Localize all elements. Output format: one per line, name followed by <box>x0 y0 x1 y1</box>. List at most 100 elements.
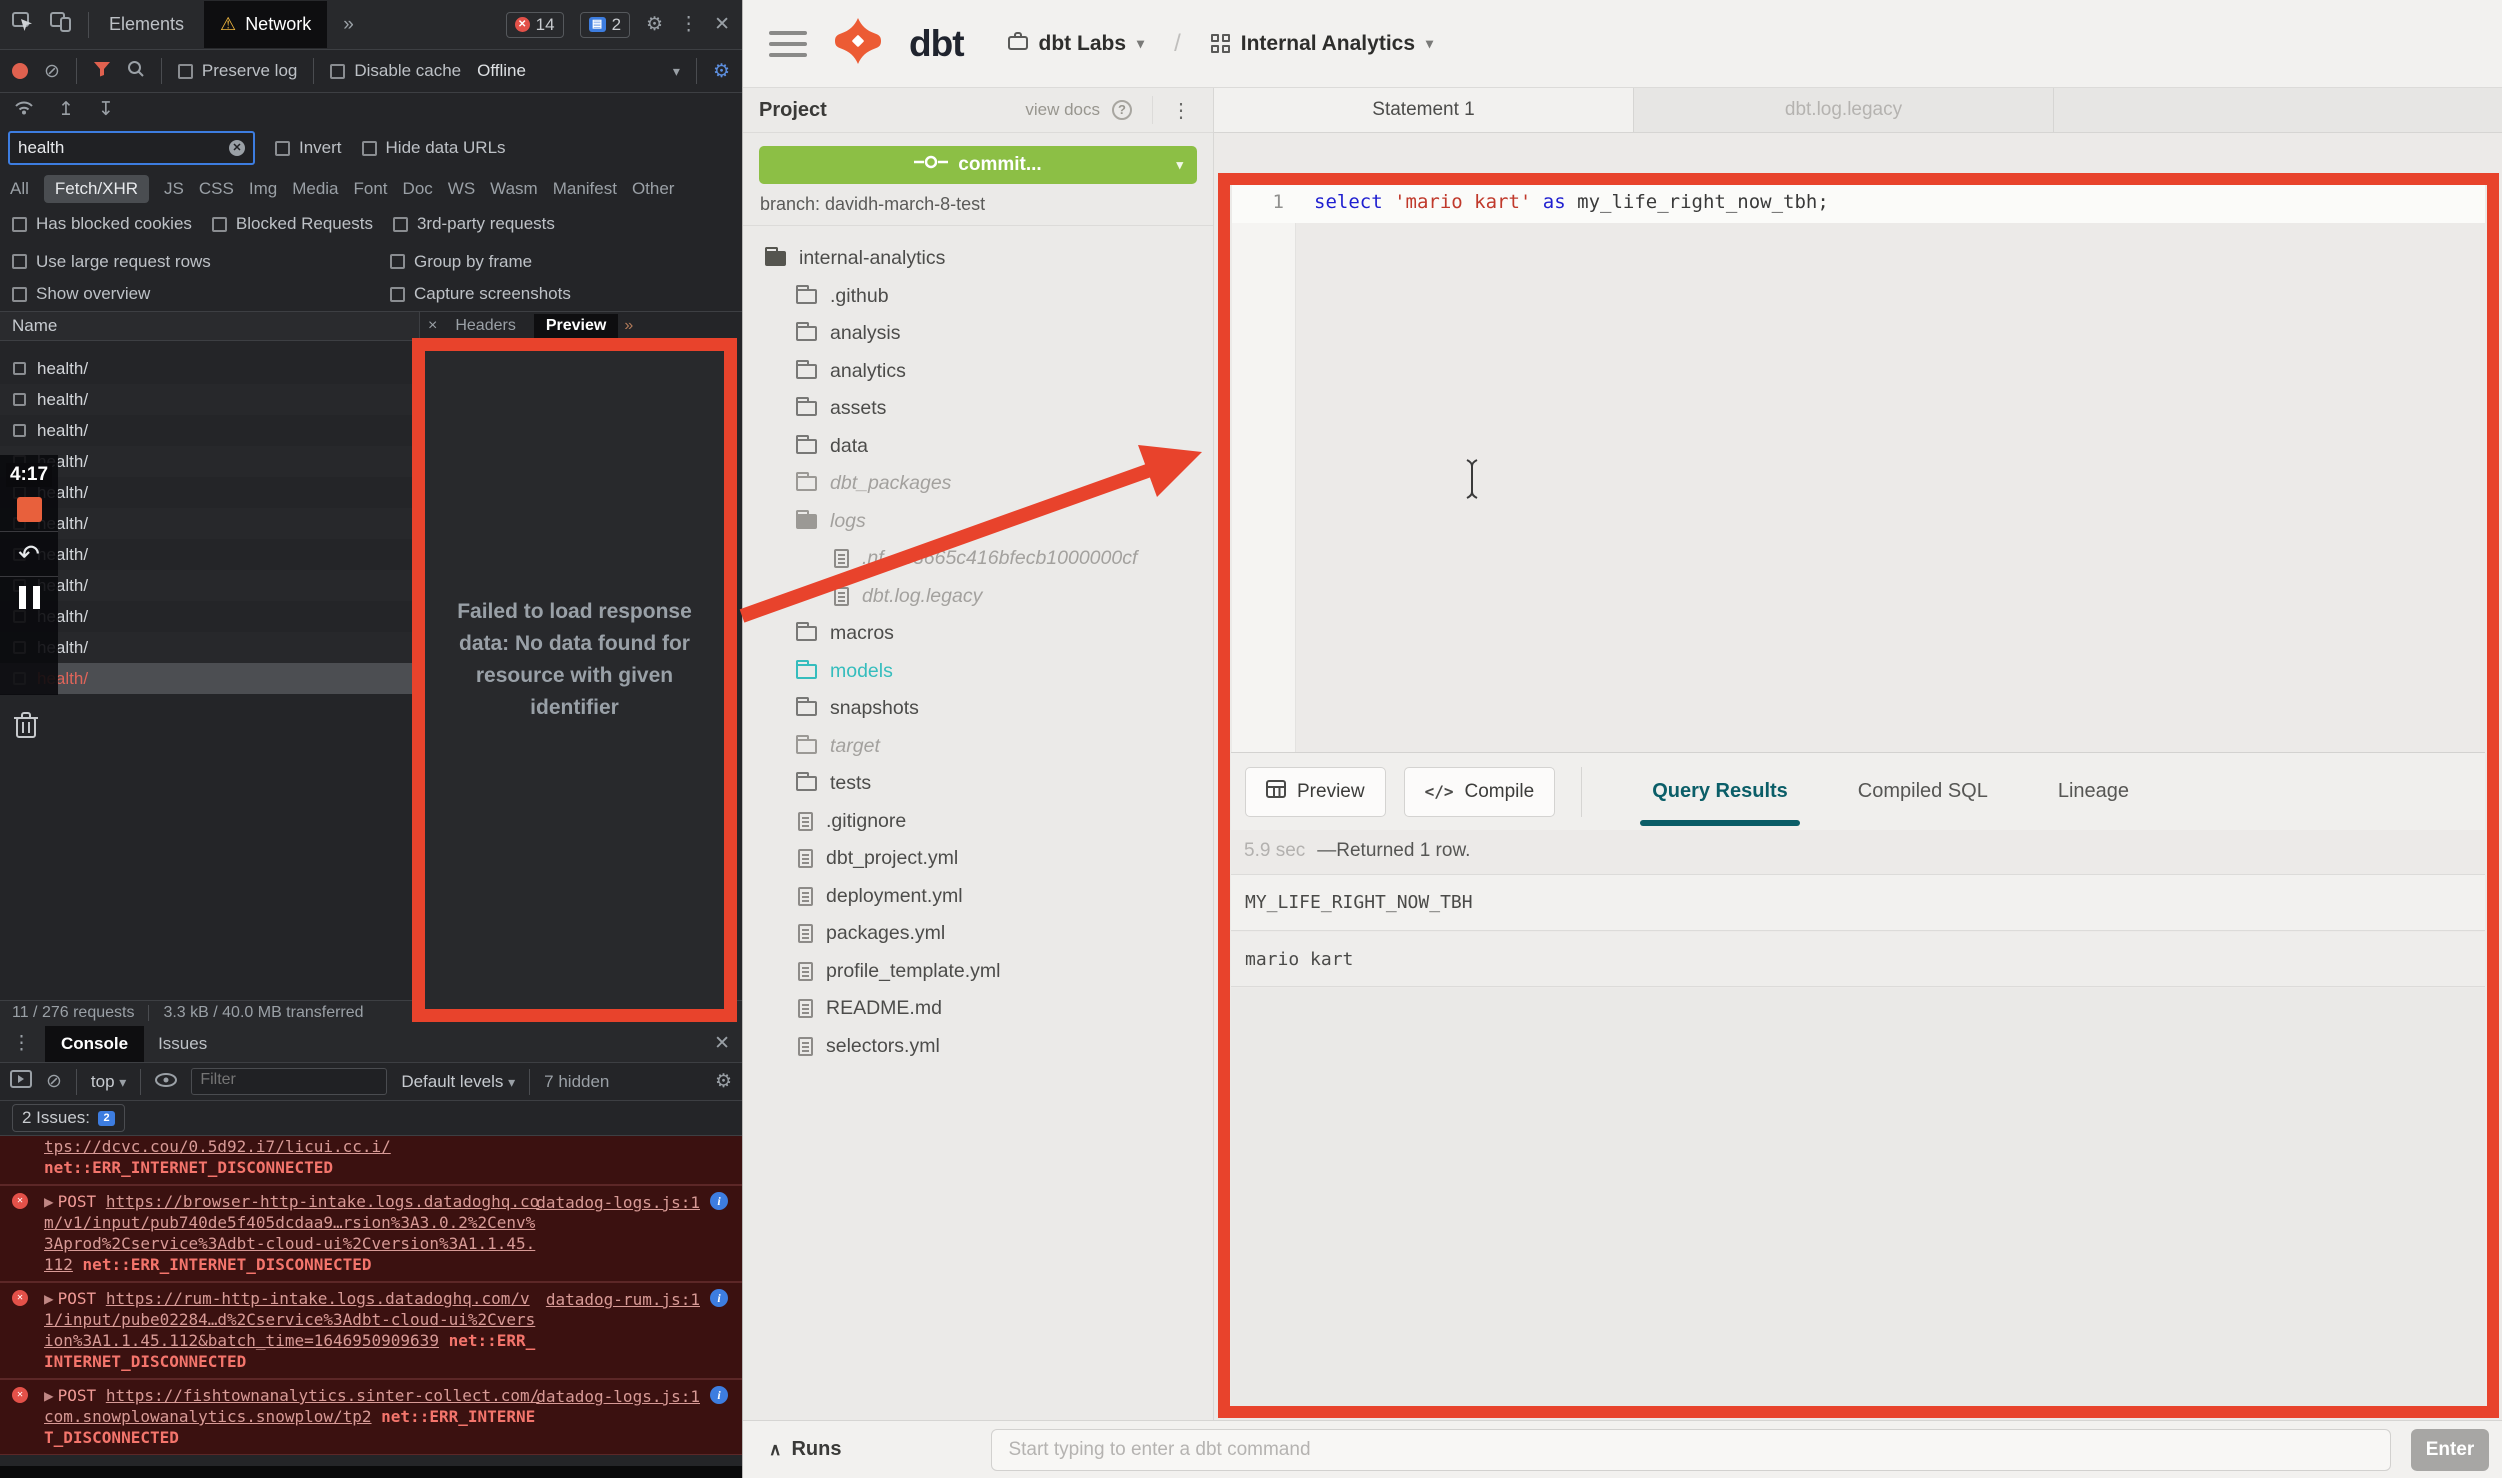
sql-code-line[interactable]: select 'mario kart' as my_life_right_now… <box>1314 191 1829 213</box>
name-column-header[interactable]: Name <box>0 312 419 341</box>
request-row-selected[interactable]: health/ <box>0 663 419 694</box>
tree-item-file[interactable]: profile_template.yml <box>743 953 1213 991</box>
preview-button[interactable]: Preview <box>1245 767 1386 817</box>
tab-elements[interactable]: Elements <box>105 10 188 39</box>
tree-item-folder[interactable]: .github <box>743 278 1213 316</box>
tree-item-folder[interactable]: assets <box>743 390 1213 428</box>
tree-item-folder[interactable]: analysis <box>743 315 1213 353</box>
network-filter-box[interactable]: ✕ <box>8 131 255 165</box>
invert-checkbox[interactable]: Invert <box>275 138 342 158</box>
error-count-badge[interactable]: ✕ 14 <box>506 12 564 38</box>
dbt-command-input[interactable] <box>991 1429 2391 1471</box>
chevron-down-icon[interactable]: ▾ <box>673 63 680 80</box>
type-filter-all[interactable]: All <box>10 179 29 199</box>
console-filter-box[interactable] <box>191 1068 387 1095</box>
info-globe-icon[interactable]: i <box>710 1192 728 1210</box>
tree-item-folder-models[interactable]: models <box>743 653 1213 691</box>
clear-console-icon[interactable]: ⊘ <box>46 1072 62 1091</box>
tab-console[interactable]: Console <box>45 1026 144 1062</box>
console-error[interactable]: tps://dcvc.cou/0.5d92.i7/licui.cc.i/ net… <box>0 1136 742 1185</box>
device-toolbar-icon[interactable] <box>50 12 72 37</box>
type-filter-fetch-xhr[interactable]: Fetch/XHR <box>44 175 149 203</box>
type-filter-wasm[interactable]: Wasm <box>490 179 538 199</box>
request-row[interactable]: health/ <box>0 632 419 663</box>
stop-recording-button[interactable] <box>17 497 42 522</box>
has-blocked-cookies-checkbox[interactable]: Has blocked cookies <box>12 214 192 234</box>
view-docs-link[interactable]: view docs <box>1025 100 1100 120</box>
inspect-element-icon[interactable] <box>12 12 34 37</box>
source-link[interactable]: datadog-logs.js:1 <box>536 1386 700 1407</box>
tree-item-folder[interactable]: tests <box>743 765 1213 803</box>
tree-item-folder[interactable]: macros <box>743 615 1213 653</box>
compile-button[interactable]: </> Compile <box>1404 767 1556 817</box>
console-settings-gear-icon[interactable]: ⚙ <box>715 1072 732 1091</box>
commit-button[interactable]: commit... ▾ <box>759 146 1197 184</box>
expand-caret-icon[interactable]: ▶ <box>44 1386 54 1405</box>
clear-icon[interactable]: ⊘ <box>44 62 60 81</box>
tree-item-folder[interactable]: data <box>743 428 1213 466</box>
close-drawer-icon[interactable]: ✕ <box>714 1034 730 1053</box>
search-icon[interactable] <box>127 60 145 83</box>
request-row[interactable]: health/ <box>0 353 419 384</box>
more-detail-tabs-icon[interactable]: » <box>624 317 633 335</box>
tree-item-folder[interactable]: dbt_packages <box>743 465 1213 503</box>
request-row[interactable]: health/ <box>0 508 419 539</box>
blocked-requests-checkbox[interactable]: Blocked Requests <box>212 214 373 234</box>
tab-headers[interactable]: Headers <box>443 314 527 338</box>
context-select[interactable]: top ▾ <box>91 1072 126 1092</box>
use-large-request-rows-checkbox[interactable]: Use large request rows <box>12 252 390 272</box>
request-row[interactable]: health/ <box>0 446 419 477</box>
request-row[interactable]: health/ <box>0 384 419 415</box>
enter-button[interactable]: Enter <box>2411 1429 2489 1471</box>
tab-dbt-log-legacy[interactable]: dbt.log.legacy <box>1634 88 2054 132</box>
help-icon[interactable]: ? <box>1112 100 1132 120</box>
record-icon[interactable] <box>12 63 28 79</box>
hide-data-urls-checkbox[interactable]: Hide data URLs <box>362 138 506 158</box>
tab-compiled-sql[interactable]: Compiled SQL <box>1856 774 1990 809</box>
more-tabs-icon[interactable]: » <box>343 15 354 34</box>
type-filter-font[interactable]: Font <box>354 179 388 199</box>
issues-chip[interactable]: 2 Issues: 2 <box>12 1104 125 1132</box>
tab-lineage[interactable]: Lineage <box>2056 774 2131 809</box>
type-filter-ws[interactable]: WS <box>448 179 475 199</box>
settings-gear-icon[interactable]: ⚙ <box>646 15 663 34</box>
results-row[interactable]: mario kart <box>1231 932 2485 987</box>
kebab-menu-icon[interactable]: ⋮ <box>12 1034 31 1053</box>
request-row[interactable]: health/ <box>0 570 419 601</box>
source-link[interactable]: datadog-logs.js:1 <box>536 1192 700 1213</box>
tab-preview[interactable]: Preview <box>534 314 618 338</box>
eye-icon[interactable] <box>155 1072 177 1092</box>
console-error[interactable]: ✕ ▶POST https://browser-http-intake.logs… <box>0 1185 742 1282</box>
tree-item-file[interactable]: dbt.log.legacy <box>743 578 1213 616</box>
tree-item-file[interactable]: selectors.yml <box>743 1028 1213 1066</box>
chevron-down-icon[interactable]: ▾ <box>1176 157 1183 173</box>
console-sidebar-icon[interactable] <box>10 1070 32 1093</box>
console-error[interactable]: ✕ ▶POST https://rum-http-intake.logs.dat… <box>0 1282 742 1379</box>
tab-issues[interactable]: Issues <box>158 1034 207 1054</box>
delete-recording-icon[interactable] <box>13 710 39 745</box>
network-settings-gear-icon[interactable]: ⚙ <box>713 62 730 81</box>
issue-count-badge[interactable]: ▤ 2 <box>580 12 630 38</box>
import-har-icon[interactable]: ↥ <box>58 100 74 119</box>
account-switcher[interactable]: dbt Labs ▾ <box>1008 31 1145 56</box>
capture-screenshots-checkbox[interactable]: Capture screenshots <box>390 284 730 304</box>
type-filter-css[interactable]: CSS <box>199 179 234 199</box>
type-filter-manifest[interactable]: Manifest <box>553 179 617 199</box>
network-conditions-icon[interactable] <box>14 99 34 120</box>
preserve-log-checkbox[interactable]: Preserve log <box>178 61 297 81</box>
type-filter-media[interactable]: Media <box>292 179 338 199</box>
tree-item-file[interactable]: .nf…c3665c416bfecb1000000cf <box>743 540 1213 578</box>
disable-cache-checkbox[interactable]: Disable cache <box>330 61 461 81</box>
source-link[interactable]: datadog-rum.js:1 <box>546 1289 700 1310</box>
expand-caret-icon[interactable]: ▶ <box>44 1289 54 1308</box>
close-detail-icon[interactable]: × <box>428 317 437 335</box>
type-filter-img[interactable]: Img <box>249 179 277 199</box>
tree-item-folder[interactable]: logs <box>743 503 1213 541</box>
group-by-frame-checkbox[interactable]: Group by frame <box>390 252 730 272</box>
log-levels-select[interactable]: Default levels ▾ <box>401 1072 515 1092</box>
kebab-menu-icon[interactable]: ⋮ <box>1165 98 1197 123</box>
filter-funnel-icon[interactable] <box>93 61 111 82</box>
hamburger-menu-icon[interactable] <box>769 31 807 57</box>
third-party-requests-checkbox[interactable]: 3rd-party requests <box>393 214 555 234</box>
type-filter-js[interactable]: JS <box>164 179 184 199</box>
